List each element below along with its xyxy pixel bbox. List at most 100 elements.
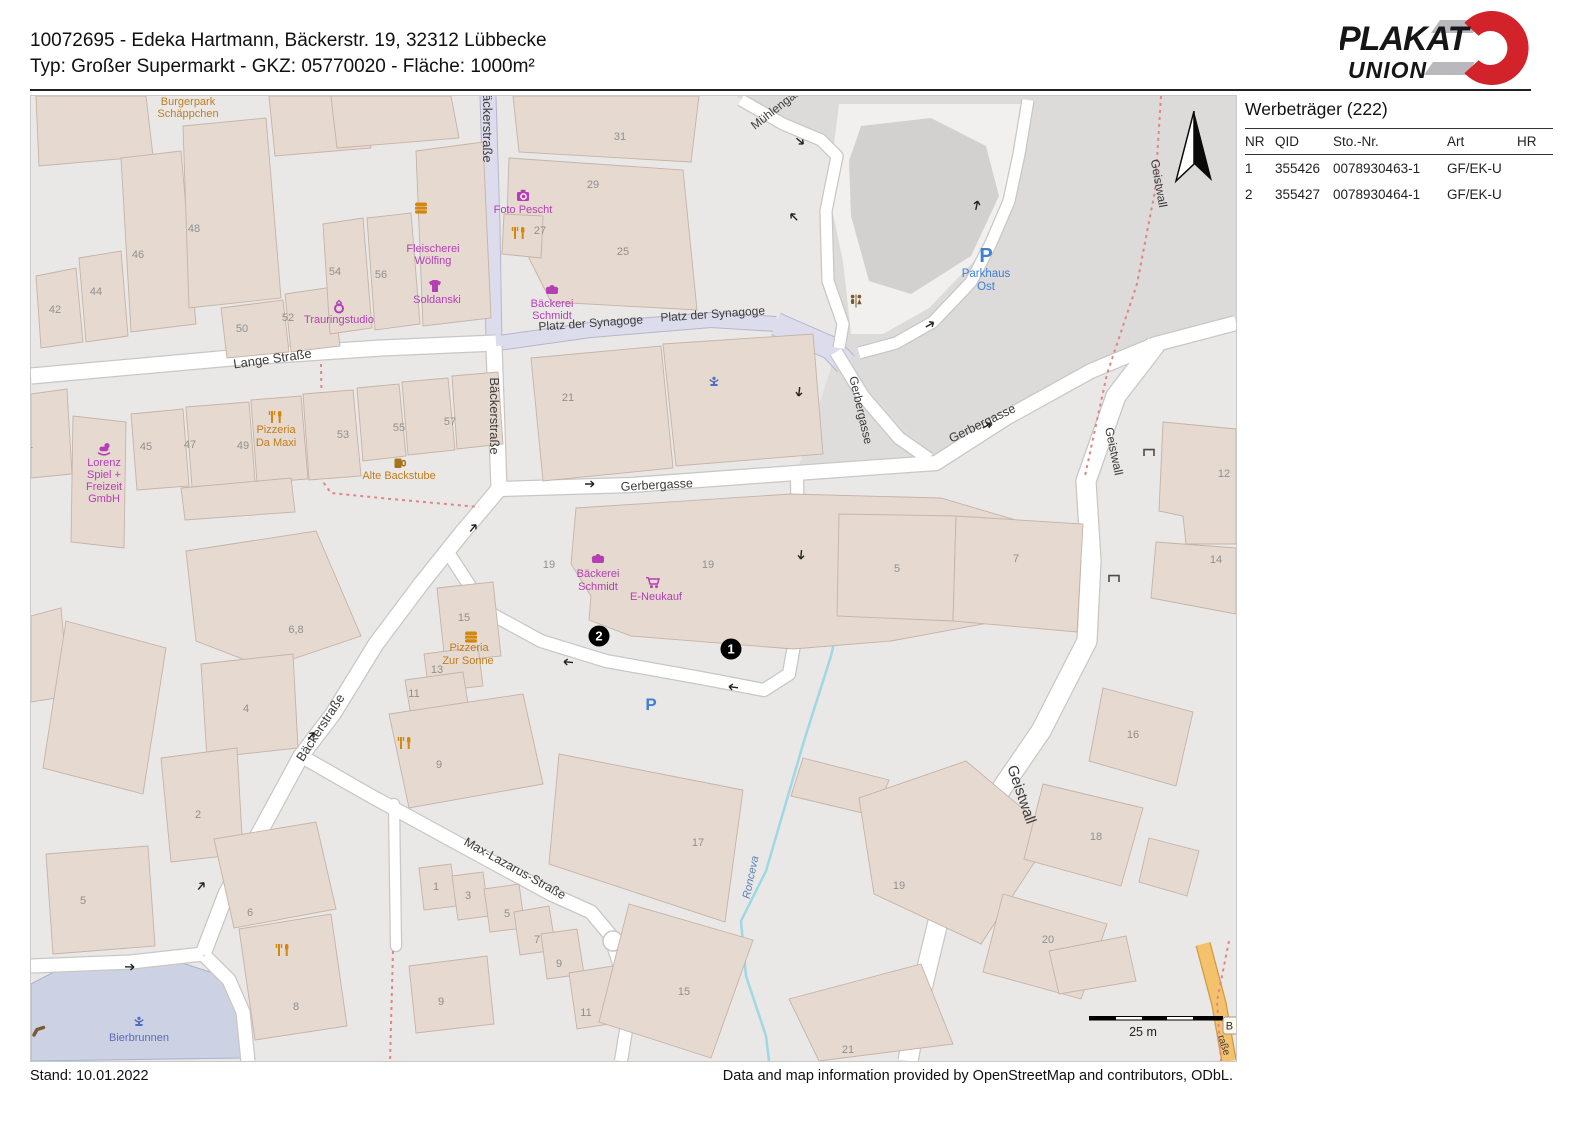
house-number: 17: [692, 837, 704, 849]
building: [183, 118, 281, 308]
house-number: 6,8: [288, 624, 303, 636]
road: [394, 804, 396, 946]
table-cell: 1: [1245, 161, 1275, 176]
building: [31, 389, 72, 478]
water-poi-label: Bierbrunnen: [109, 1032, 169, 1044]
poi-label: Pizzeria: [449, 642, 489, 654]
house-number: 56: [375, 269, 387, 281]
house-number: 2: [195, 809, 201, 821]
house-number: 52: [282, 312, 294, 324]
poi-label: Foto Pescht: [494, 204, 553, 216]
werbetraeger-panel: Werbeträger (222) NRQIDSto.-Nr.ArtHR1355…: [1245, 99, 1575, 207]
house-number: 41: [31, 439, 33, 451]
house-number: 42: [49, 304, 61, 316]
parking-label: P: [979, 245, 992, 267]
table-header-row: NRQIDSto.-Nr.ArtHR: [1245, 128, 1553, 155]
poi-label: Schmidt: [578, 581, 618, 593]
house-number: 45: [140, 441, 152, 453]
house-number: 54: [329, 266, 341, 278]
house-number: 7: [534, 934, 540, 946]
plakat-union-logo: PLAKAT UNION: [1340, 8, 1535, 88]
table-cell: 355426: [1275, 161, 1333, 176]
house-number: 4: [243, 703, 249, 715]
house-number: 9: [556, 958, 562, 970]
poi-label: GmbH: [88, 493, 120, 505]
building: [239, 914, 347, 1040]
column-header: HR: [1517, 134, 1553, 149]
map-attribution: Data and map information provided by Ope…: [723, 1068, 1233, 1084]
map-canvas: 4244464850525456413129272521454749535557…: [30, 95, 1237, 1062]
poi-label: Fleischerei: [406, 243, 459, 255]
scale-bar-segment: [1167, 1017, 1193, 1020]
building: [201, 654, 298, 758]
building: [79, 251, 128, 342]
poi-label: Wölfing: [415, 255, 452, 267]
street-label: Bäckerstraße: [487, 377, 502, 454]
column-header: QID: [1275, 134, 1333, 149]
poi-label: Alte Backstube: [362, 470, 435, 482]
house-number: 19: [543, 559, 555, 571]
poi-label: Pizzeria: [256, 424, 296, 436]
house-number: 49: [237, 440, 249, 452]
building: [46, 846, 155, 954]
building: [531, 346, 673, 481]
house-number: 12: [1218, 468, 1230, 480]
house-number: 15: [678, 986, 690, 998]
table-cell: GF/EK-U: [1447, 161, 1517, 176]
marker-1: 1: [721, 639, 742, 660]
svg-text:2: 2: [595, 629, 602, 644]
house-number: 5: [80, 895, 86, 907]
house-number: 21: [562, 392, 574, 404]
house-number: 9: [436, 759, 442, 771]
house-number: 55: [393, 422, 405, 434]
house-number: 18: [1090, 831, 1102, 843]
poi-label: E-Neukauf: [630, 591, 683, 603]
house-number: 31: [614, 131, 626, 143]
scale-bar-segment: [1116, 1017, 1142, 1020]
scale-label: 25 m: [1129, 1025, 1157, 1039]
table-row: 13554260078930463-1GF/EK-U: [1245, 155, 1553, 181]
stand-date: Stand: 10.01.2022: [30, 1068, 149, 1084]
house-number: 1: [433, 881, 439, 893]
table-cell: 0078930463-1: [1333, 161, 1447, 176]
house-number: 46: [132, 249, 144, 261]
house-number: 15: [458, 612, 470, 624]
house-number: 11: [408, 688, 419, 700]
house-number: 5: [504, 908, 510, 920]
poi-label: Lorenz: [87, 457, 121, 469]
house-number: 21: [842, 1044, 854, 1056]
poi-label: Burgerpark: [161, 96, 216, 108]
house-number: 29: [587, 179, 599, 191]
table-row: 23554270078930464-1GF/EK-U: [1245, 181, 1553, 207]
werbetraeger-table: NRQIDSto.-Nr.ArtHR13554260078930463-1GF/…: [1245, 128, 1553, 207]
house-number: 5: [894, 563, 900, 575]
building: [36, 96, 153, 166]
column-header: Sto.-Nr.: [1333, 134, 1447, 149]
house-number: 47: [184, 439, 196, 451]
svg-text:1: 1: [727, 642, 734, 657]
header-divider: [30, 89, 1531, 91]
house-number: 9: [438, 996, 444, 1008]
building: [214, 822, 336, 928]
street-label: Bäckerstraße: [480, 96, 495, 163]
poi-label: Trauringstudio: [304, 314, 374, 326]
house-number: 19: [893, 880, 905, 892]
house-number: 25: [617, 246, 629, 258]
house-number: 16: [1127, 729, 1139, 741]
poi-label: Bäckerei: [577, 568, 620, 580]
burger-icon: [465, 632, 477, 643]
table-cell: 355427: [1275, 187, 1333, 202]
scale-bar: [1089, 1016, 1223, 1021]
house-number: 44: [90, 286, 102, 298]
marker-2: 2: [589, 626, 610, 647]
column-header: Art: [1447, 134, 1517, 149]
logo-swoosh: [1464, 11, 1528, 85]
burger-icon: [415, 203, 427, 214]
building: [409, 956, 494, 1033]
report-header: 10072695 - Edeka Hartmann, Bäckerstr. 19…: [30, 28, 547, 80]
house-number: 7: [1013, 553, 1019, 565]
parking-label: Parkhaus: [962, 268, 1011, 280]
poi-label: Da Maxi: [256, 437, 296, 449]
house-number: 48: [188, 223, 200, 235]
panel-title: Werbeträger (222): [1245, 99, 1575, 120]
